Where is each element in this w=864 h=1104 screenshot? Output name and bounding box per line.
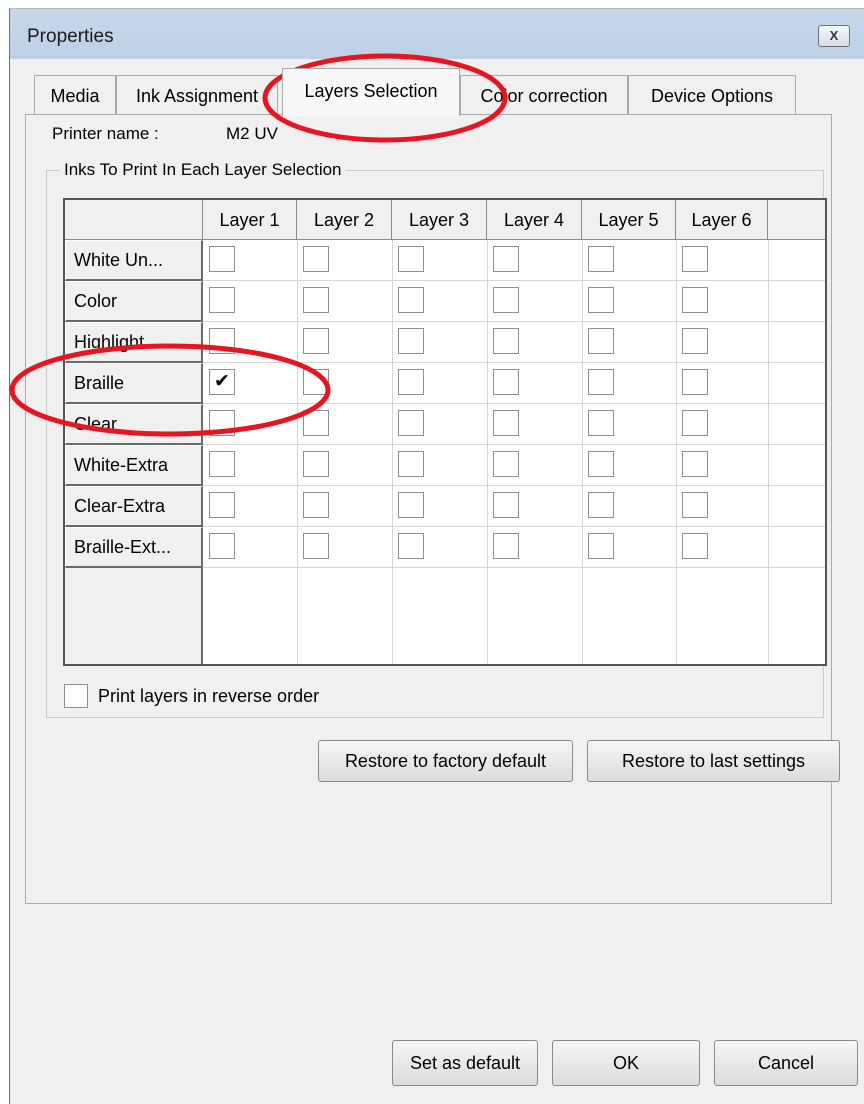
row-header-white-extra: White-Extra bbox=[65, 445, 203, 486]
window-title: Properties bbox=[27, 26, 114, 47]
checkbox-row6-layer1[interactable] bbox=[209, 451, 235, 477]
grid-column-line bbox=[676, 240, 677, 664]
column-header-layer-2: Layer 2 bbox=[297, 200, 392, 240]
reverse-order-checkbox[interactable] bbox=[64, 684, 88, 708]
column-header-layer-6: Layer 6 bbox=[676, 200, 768, 240]
grid-column-line bbox=[768, 240, 769, 664]
inks-group-title: Inks To Print In Each Layer Selection bbox=[60, 160, 346, 180]
checkbox-row6-layer3[interactable] bbox=[398, 451, 424, 477]
column-header-layer-4: Layer 4 bbox=[487, 200, 582, 240]
grid-corner-header bbox=[65, 200, 203, 240]
checkbox-row2-layer4[interactable] bbox=[493, 287, 519, 313]
checkbox-row8-layer1[interactable] bbox=[209, 533, 235, 559]
checkbox-row4-layer3[interactable] bbox=[398, 369, 424, 395]
tab-ink-assignment[interactable]: Ink Assignment bbox=[116, 75, 278, 115]
layer-grid: Layer 1 Layer 2 Layer 3 Layer 4 Layer 5 Layer… bbox=[63, 198, 827, 666]
checkbox-row3-layer6[interactable] bbox=[682, 328, 708, 354]
checkbox-row1-layer5[interactable] bbox=[588, 246, 614, 272]
row-header-color: Color bbox=[65, 281, 203, 322]
checkbox-row3-layer2[interactable] bbox=[303, 328, 329, 354]
ok-button[interactable]: OK bbox=[552, 1040, 700, 1086]
grid-column-line bbox=[487, 240, 488, 664]
checkbox-row5-layer2[interactable] bbox=[303, 410, 329, 436]
row-header-braille: Braille bbox=[65, 363, 203, 404]
cancel-button[interactable]: Cancel bbox=[714, 1040, 858, 1086]
checkbox-row6-layer4[interactable] bbox=[493, 451, 519, 477]
grid-column-line bbox=[297, 240, 298, 664]
checkbox-row7-layer4[interactable] bbox=[493, 492, 519, 518]
grid-row-line bbox=[203, 567, 825, 568]
grid-row-line bbox=[203, 403, 825, 404]
checkbox-row8-layer2[interactable] bbox=[303, 533, 329, 559]
set-as-default-button[interactable]: Set as default bbox=[392, 1040, 538, 1086]
checkbox-row4-layer4[interactable] bbox=[493, 369, 519, 395]
checkbox-row1-layer4[interactable] bbox=[493, 246, 519, 272]
checkbox-row4-layer2[interactable] bbox=[303, 369, 329, 395]
checkbox-row6-layer5[interactable] bbox=[588, 451, 614, 477]
checkbox-row4-layer1[interactable]: ✔ bbox=[209, 369, 235, 395]
checkbox-row1-layer1[interactable] bbox=[209, 246, 235, 272]
checkbox-row1-layer3[interactable] bbox=[398, 246, 424, 272]
row-header-clear-extra: Clear-Extra bbox=[65, 486, 203, 527]
grid-row-line bbox=[203, 280, 825, 281]
checkbox-row7-layer6[interactable] bbox=[682, 492, 708, 518]
checkbox-row8-layer5[interactable] bbox=[588, 533, 614, 559]
checkbox-row2-layer5[interactable] bbox=[588, 287, 614, 313]
restore-last-settings-button[interactable]: Restore to last settings bbox=[587, 740, 840, 782]
checkbox-row3-layer3[interactable] bbox=[398, 328, 424, 354]
printer-name-value: M2 UV bbox=[226, 124, 278, 143]
checkbox-row5-layer3[interactable] bbox=[398, 410, 424, 436]
tab-device-options[interactable]: Device Options bbox=[628, 75, 796, 115]
checkbox-row3-layer5[interactable] bbox=[588, 328, 614, 354]
tab-color-correction[interactable]: Color correction bbox=[460, 75, 628, 115]
grid-row-header-empty bbox=[65, 568, 203, 664]
tab-media[interactable]: Media bbox=[34, 75, 116, 115]
checkbox-row5-layer4[interactable] bbox=[493, 410, 519, 436]
grid-row-line bbox=[203, 362, 825, 363]
checkbox-row7-layer3[interactable] bbox=[398, 492, 424, 518]
checkbox-row5-layer5[interactable] bbox=[588, 410, 614, 436]
grid-column-line bbox=[582, 240, 583, 664]
checkbox-row3-layer1[interactable] bbox=[209, 328, 235, 354]
checkbox-row2-layer2[interactable] bbox=[303, 287, 329, 313]
checkbox-row4-layer5[interactable] bbox=[588, 369, 614, 395]
row-header-braille-ext: Braille-Ext... bbox=[65, 527, 203, 568]
grid-row-line bbox=[203, 444, 825, 445]
grid-header-filler bbox=[768, 200, 825, 240]
grid-row-line bbox=[203, 321, 825, 322]
checkbox-row5-layer6[interactable] bbox=[682, 410, 708, 436]
column-header-layer-1: Layer 1 bbox=[203, 200, 297, 240]
row-header-clear: Clear bbox=[65, 404, 203, 445]
checkbox-row8-layer3[interactable] bbox=[398, 533, 424, 559]
close-icon[interactable]: X bbox=[818, 25, 850, 47]
reverse-order-label: Print layers in reverse order bbox=[98, 686, 320, 706]
checkbox-row1-layer6[interactable] bbox=[682, 246, 708, 272]
checkbox-row2-layer6[interactable] bbox=[682, 287, 708, 313]
grid-row-line bbox=[203, 526, 825, 527]
row-header-white-un: White Un... bbox=[65, 240, 203, 281]
checkbox-row6-layer2[interactable] bbox=[303, 451, 329, 477]
checkbox-row7-layer1[interactable] bbox=[209, 492, 235, 518]
checkbox-row7-layer2[interactable] bbox=[303, 492, 329, 518]
printer-name-label: Printer name : bbox=[52, 124, 159, 143]
grid-column-line bbox=[392, 240, 393, 664]
checkbox-row2-layer1[interactable] bbox=[209, 287, 235, 313]
row-header-highlight: Highlight bbox=[65, 322, 203, 363]
column-header-layer-3: Layer 3 bbox=[392, 200, 487, 240]
checkbox-row6-layer6[interactable] bbox=[682, 451, 708, 477]
grid-row-line bbox=[203, 485, 825, 486]
checkbox-row4-layer6[interactable] bbox=[682, 369, 708, 395]
restore-factory-default-button[interactable]: Restore to factory default bbox=[318, 740, 573, 782]
checkbox-row5-layer1[interactable] bbox=[209, 410, 235, 436]
checkbox-row8-layer6[interactable] bbox=[682, 533, 708, 559]
checkbox-row1-layer2[interactable] bbox=[303, 246, 329, 272]
column-header-layer-5: Layer 5 bbox=[582, 200, 676, 240]
title-bar[interactable]: Properties X bbox=[10, 9, 864, 59]
checkbox-row3-layer4[interactable] bbox=[493, 328, 519, 354]
checkbox-row8-layer4[interactable] bbox=[493, 533, 519, 559]
checkbox-row7-layer5[interactable] bbox=[588, 492, 614, 518]
checkbox-row2-layer3[interactable] bbox=[398, 287, 424, 313]
tab-layers-selection[interactable]: Layers Selection bbox=[282, 68, 460, 116]
